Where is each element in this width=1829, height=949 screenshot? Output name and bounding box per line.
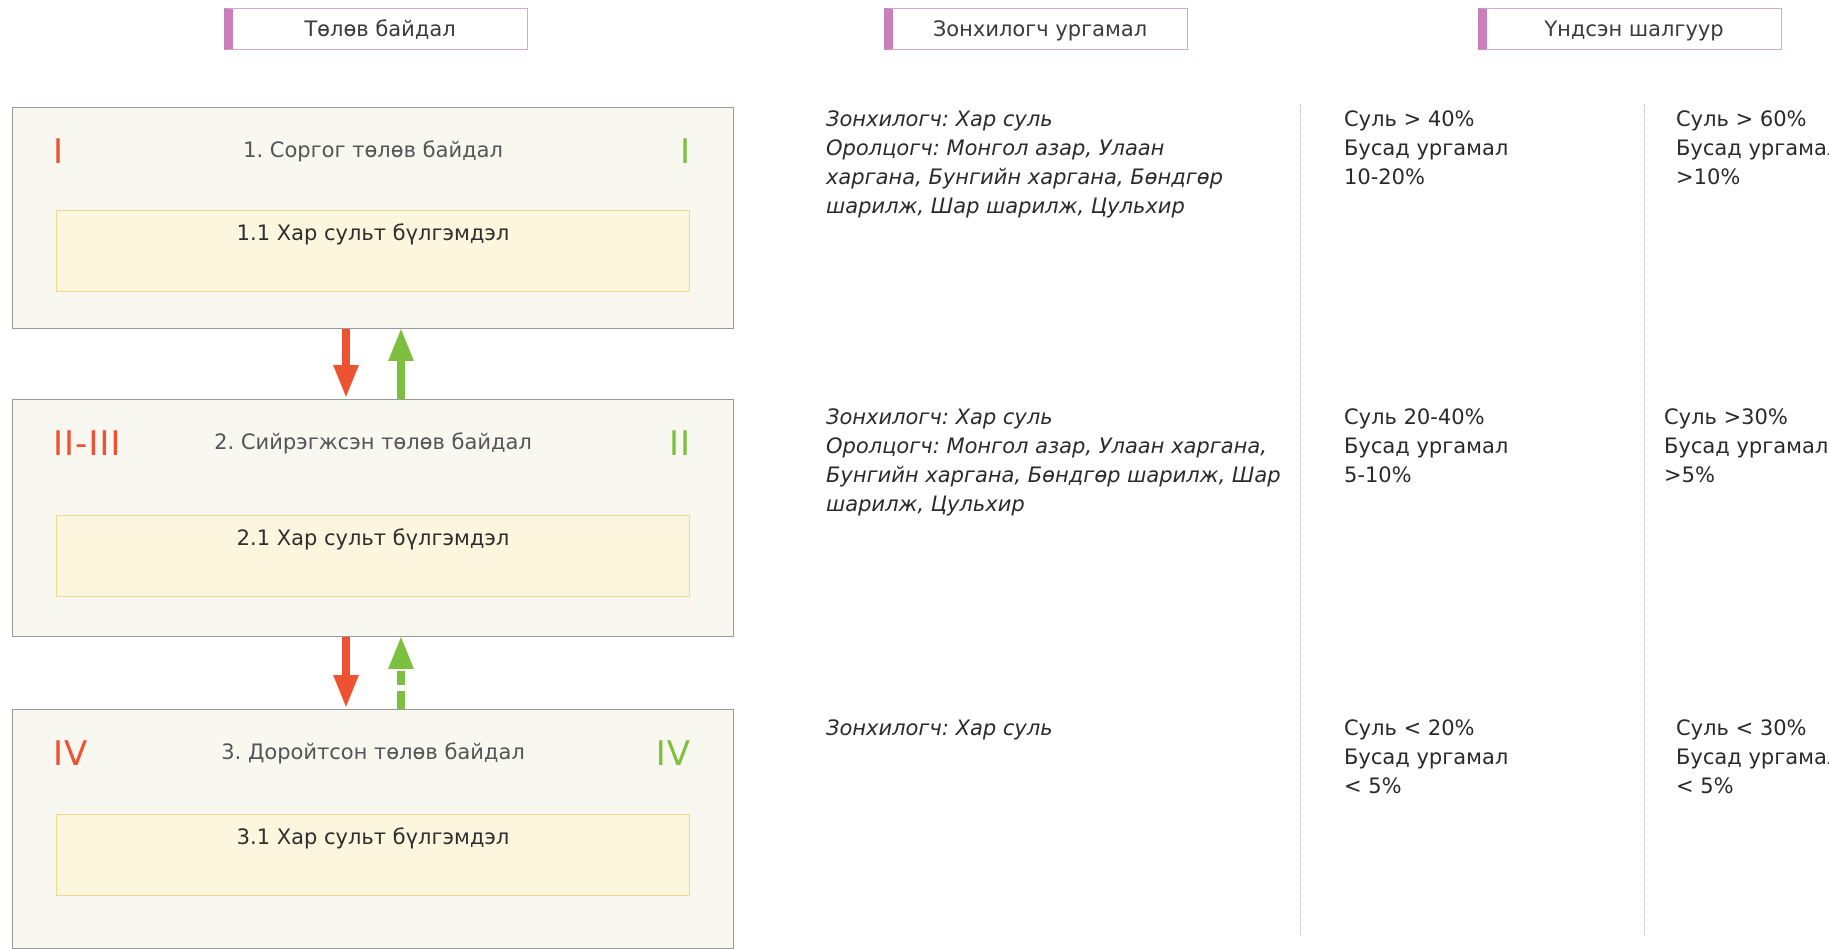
plants-text-1: Зонхилогч: Хар суль Оролцогч: Монгол аза… — [826, 105, 1296, 221]
criteria-a-3-line-2: Бусад ургамал — [1344, 745, 1509, 769]
header-state: Төлөв байдал — [224, 8, 528, 50]
criteria-a-3-line-1: Суль < 20% — [1344, 716, 1475, 740]
state-2-roman-right: II — [668, 424, 691, 464]
criteria-a-3: Суль < 20% Бусад ургамал < 5% — [1344, 714, 1508, 801]
plants-1-line-4: шарилж, Шар шарилж, Цульхир — [826, 194, 1185, 218]
plants-text-2: Зонхилогч: Хар суль Оролцогч: Монгол аза… — [826, 403, 1296, 519]
plants-2-line-3: Бунгийн харгана, Бөндгөр шарилж, Шар — [826, 463, 1281, 487]
state-3-community-label: 3.1 Хар сульт бүлгэмдэл — [236, 825, 510, 849]
state-1-community-box: 1.1 Хар сульт бүлгэмдэл — [56, 210, 690, 292]
state-box-1: I 1. Соргог төлөв байдал I 1.1 Хар сульт… — [12, 107, 734, 329]
state-1-community-label: 1.1 Хар сульт бүлгэмдэл — [236, 221, 510, 245]
state-1-title: 1. Соргог төлөв байдал — [243, 138, 503, 162]
recovery-arrow-2-1 — [388, 329, 414, 399]
plants-text-3: Зонхилогч: Хар суль — [826, 714, 1296, 743]
header-criteria: Үндсэн шалгуур — [1478, 8, 1782, 50]
state-box-2: II-III 2. Сийрэгжсэн төлөв байдал II 2.1… — [12, 399, 734, 637]
state-3-roman-right: IV — [655, 734, 691, 774]
state-1-roman-right: I — [679, 132, 691, 172]
plants-3-line-1: Зонхилогч: Хар суль — [826, 716, 1053, 740]
criteria-a-2-line-2: Бусад ургамал — [1344, 434, 1509, 458]
criteria-a-1-line-2: Бусад ургамал — [1344, 136, 1509, 160]
criteria-b-1-line-2: Бусад ургамал — [1676, 136, 1829, 160]
header-criteria-label: Үндсэн шалгуур — [1544, 17, 1724, 41]
state-2-community-label: 2.1 Хар сульт бүлгэмдэл — [236, 526, 510, 550]
degradation-arrow-2-3 — [333, 637, 359, 707]
plants-2-line-4: шарилж, Цульхир — [826, 492, 1025, 516]
criteria-b-2: Суль >30% Бусад ургамал >5% — [1664, 403, 1828, 490]
degradation-arrow-1-2 — [333, 329, 359, 397]
column-divider-2 — [1644, 104, 1645, 936]
criteria-b-2-line-3: >5% — [1664, 463, 1715, 487]
state-box-3: IV 3. Доройтсон төлөв байдал IV 3.1 Хар … — [12, 709, 734, 949]
recovery-arrow-3-2-dashed — [388, 637, 414, 709]
state-2-title: 2. Сийрэгжсэн төлөв байдал — [214, 430, 532, 454]
criteria-b-3: Суль < 30% Бусад ургамал < 5% — [1676, 714, 1829, 801]
criteria-b-2-line-2: Бусад ургамал — [1664, 434, 1829, 458]
criteria-b-1: Суль > 60% Бусад ургамал >10% — [1676, 105, 1829, 192]
state-2-community-box: 2.1 Хар сульт бүлгэмдэл — [56, 515, 690, 597]
plants-2-line-1: Зонхилогч: Хар суль — [826, 405, 1053, 429]
header-plants-label: Зонхилогч ургамал — [932, 17, 1148, 41]
plants-1-line-2: Оролцогч: Монгол азар, Улаан — [826, 136, 1165, 160]
state-3-title: 3. Доройтсон төлөв байдал — [221, 740, 525, 764]
state-3-community-box: 3.1 Хар сульт бүлгэмдэл — [56, 814, 690, 896]
criteria-b-3-line-2: Бусад ургамал — [1676, 745, 1829, 769]
header-state-label: Төлөв байдал — [304, 17, 456, 41]
column-divider-1 — [1300, 104, 1301, 936]
plants-1-line-3: харгана, Бунгийн харгана, Бөндгөр — [826, 165, 1223, 189]
criteria-b-3-line-3: < 5% — [1676, 774, 1734, 798]
criteria-a-1-line-1: Суль > 40% — [1344, 107, 1475, 131]
criteria-b-3-line-1: Суль < 30% — [1676, 716, 1807, 740]
criteria-a-2-line-3: 5-10% — [1344, 463, 1412, 487]
criteria-b-1-line-1: Суль > 60% — [1676, 107, 1807, 131]
criteria-a-3-line-3: < 5% — [1344, 774, 1402, 798]
plants-1-line-1: Зонхилогч: Хар суль — [826, 107, 1053, 131]
header-plants: Зонхилогч ургамал — [884, 8, 1188, 50]
plants-2-line-2: Оролцогч: Монгол азар, Улаан харгана, — [826, 434, 1267, 458]
criteria-a-1-line-3: 10-20% — [1344, 165, 1425, 189]
criteria-a-1: Суль > 40% Бусад ургамал 10-20% — [1344, 105, 1508, 192]
criteria-a-2-line-1: Суль 20-40% — [1344, 405, 1485, 429]
criteria-a-2: Суль 20-40% Бусад ургамал 5-10% — [1344, 403, 1508, 490]
criteria-b-1-line-3: >10% — [1676, 165, 1741, 189]
criteria-b-2-line-1: Суль >30% — [1664, 405, 1788, 429]
